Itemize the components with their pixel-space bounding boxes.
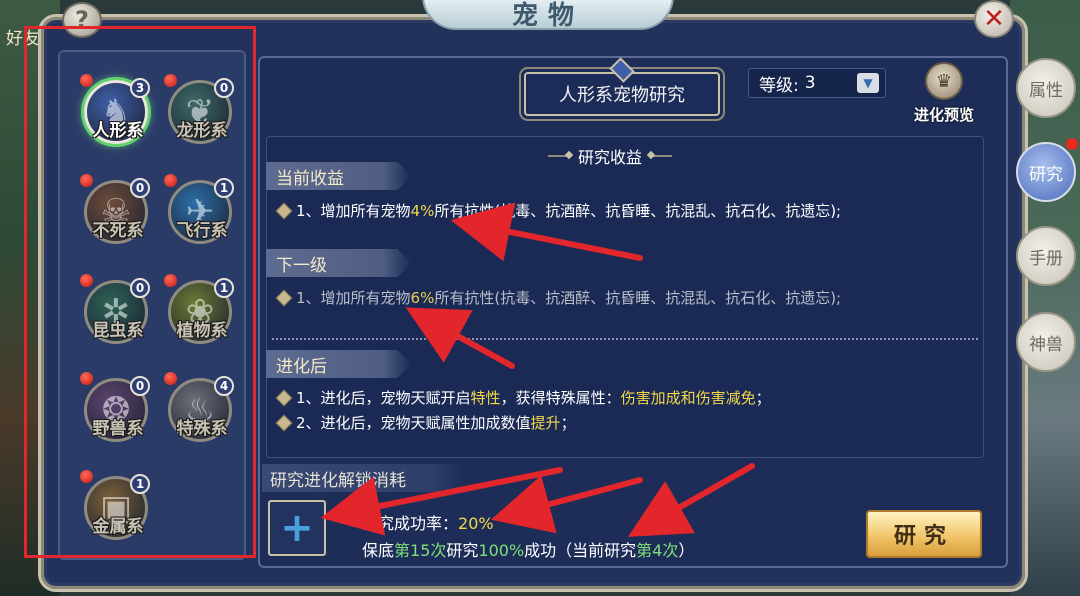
chevron-down-icon[interactable]: ▼ [857, 73, 879, 93]
notification-dot [80, 470, 93, 483]
category-label: 昆虫系 [92, 321, 144, 341]
category-label: 龙形系 [176, 121, 228, 141]
window-title: 宠物 [422, 0, 674, 31]
evolved-tag: 进化后 [266, 350, 412, 378]
diamond-bullet-icon [275, 289, 293, 306]
income-header: 研究收益 [548, 144, 673, 168]
category-2[interactable]: ☠ 0 不死系 [80, 174, 156, 252]
category-count: 0 [130, 376, 150, 396]
category-6[interactable]: ❂ 0 野兽系 [80, 372, 156, 450]
category-count: 1 [214, 278, 234, 298]
plus-icon: + [280, 505, 314, 551]
category-count: 0 [214, 78, 234, 98]
tab-2[interactable]: 手册 [1016, 226, 1076, 286]
category-7[interactable]: ♨ 4 特殊系 [164, 372, 240, 450]
notification-dot [164, 274, 177, 287]
category-label: 植物系 [176, 321, 228, 341]
guarantee-line: 保底第15次研究100%成功（当前研究第4次） [362, 541, 695, 560]
diamond-bullet-icon [275, 202, 293, 219]
category-1[interactable]: ❦ 0 龙形系 [164, 74, 240, 152]
tab-1[interactable]: 研究 [1016, 142, 1076, 202]
category-count: 0 [130, 178, 150, 198]
category-4[interactable]: ✲ 0 昆虫系 [80, 274, 156, 352]
notification-dot [80, 74, 93, 87]
level-label: 等级: [759, 75, 799, 96]
unlock-cost-tag: 研究进化解锁消耗 [262, 464, 462, 492]
next-level-line: 1、增加所有宠物 6% 所有抗性(抗毒、抗酒醉、抗昏睡、抗混乱、抗石化、抗遗忘)… [275, 287, 841, 308]
notification-dot [80, 274, 93, 287]
research-title: 人形系宠物研究 [524, 57, 720, 116]
divider [272, 338, 978, 340]
tab-0[interactable]: 属性 [1016, 58, 1076, 118]
category-label: 野兽系 [92, 419, 144, 439]
category-label: 人形系 [92, 121, 144, 141]
category-label: 飞行系 [176, 221, 228, 241]
category-label: 不死系 [92, 221, 144, 241]
level-value: 3 [804, 73, 816, 93]
category-5[interactable]: ❀ 1 植物系 [164, 274, 240, 352]
notification-dot [80, 372, 93, 385]
friends-label: 好友 [6, 29, 40, 49]
evolve-preview-button[interactable]: ♛ 进化预览 [904, 62, 984, 126]
success-rate: 研究成功率：20% [362, 514, 494, 533]
notification-dot [164, 174, 177, 187]
current-income-line: 1、增加所有宠物 4% 所有抗性(抗毒、抗酒醉、抗昏睡、抗混乱、抗石化、抗遗忘)… [275, 200, 841, 221]
tab-3[interactable]: 神兽 [1016, 312, 1076, 372]
close-icon[interactable]: ✕ [974, 0, 1014, 38]
emblem-icon: ♛ [925, 62, 963, 100]
category-count: 4 [214, 376, 234, 396]
current-income-tag: 当前收益 [266, 162, 412, 190]
diamond-bullet-icon [275, 389, 293, 406]
evolve-preview-label: 进化预览 [913, 106, 974, 124]
notification-dot [164, 372, 177, 385]
category-count: 0 [130, 278, 150, 298]
notification-dot [164, 74, 177, 87]
level-dropdown[interactable]: 等级: 3 ▼ [748, 68, 886, 98]
category-count: 1 [214, 178, 234, 198]
notification-dot [1066, 138, 1078, 150]
category-8[interactable]: ▣ 1 金属系 [80, 470, 156, 548]
category-0[interactable]: ♞ 3 人形系 [80, 74, 156, 152]
add-item-button[interactable]: + [268, 500, 326, 556]
evolved-line-2: 2、进化后，宠物天赋属性加成数值 提升 ； [275, 412, 576, 433]
research-button[interactable]: 研究 [866, 510, 982, 558]
diamond-bullet-icon [275, 414, 293, 431]
notification-dot [80, 174, 93, 187]
question-icon[interactable]: ? [62, 2, 102, 38]
category-count: 1 [130, 474, 150, 494]
category-label: 金属系 [92, 517, 144, 537]
next-level-tag: 下一级 [266, 249, 412, 277]
category-label: 特殊系 [176, 419, 228, 439]
evolved-line-1: 1、进化后，宠物天赋开启 特性 ，获得特殊属性： 伤害加成和伤害减免 ； [275, 387, 771, 408]
category-3[interactable]: ✈ 1 飞行系 [164, 174, 240, 252]
category-count: 3 [130, 78, 150, 98]
